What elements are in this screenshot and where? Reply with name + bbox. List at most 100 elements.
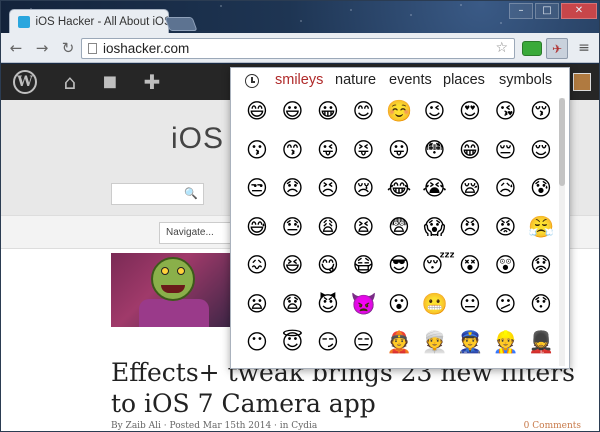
page-icon bbox=[88, 43, 97, 54]
emoji-cell[interactable]: 👲 bbox=[386, 329, 412, 355]
emoji-cell[interactable]: 😊 bbox=[351, 98, 377, 124]
forward-button[interactable]: → bbox=[31, 37, 53, 59]
emoji-cell[interactable]: 😤 bbox=[528, 214, 554, 240]
bookmark-star-icon[interactable]: ☆ bbox=[495, 40, 508, 56]
emoji-cell[interactable]: 😘 bbox=[493, 98, 519, 124]
emoji-cell[interactable]: 😒 bbox=[244, 175, 270, 201]
emoji-cell[interactable]: 😧 bbox=[280, 291, 306, 317]
emoji-cell[interactable]: 😚 bbox=[528, 98, 554, 124]
tab-ios-hacker[interactable]: iOS Hacker - All About iOS bbox=[9, 9, 169, 33]
emoji-cell[interactable]: 😜 bbox=[315, 137, 341, 163]
maximize-button[interactable]: □ bbox=[535, 3, 559, 19]
emoji-cell[interactable]: 😯 bbox=[528, 291, 554, 317]
home-icon[interactable]: ⌂ bbox=[57, 70, 83, 94]
emoji-cell[interactable]: 😆 bbox=[280, 252, 306, 278]
emoji-cell[interactable]: 😰 bbox=[528, 175, 554, 201]
emoji-cell[interactable]: 😇 bbox=[280, 329, 306, 355]
title-bar: iOS Hacker - All About iOS – □ ✕ bbox=[1, 1, 599, 33]
comment-icon[interactable]: ◼ bbox=[97, 70, 123, 94]
emoji-cell[interactable]: 😗 bbox=[244, 137, 270, 163]
ogre-eye-right bbox=[177, 267, 185, 275]
tab-smileys[interactable]: smileys bbox=[275, 72, 323, 88]
new-tab-button[interactable] bbox=[164, 17, 198, 31]
emoji-cell[interactable]: 😷 bbox=[351, 252, 377, 278]
emoji-cell[interactable]: 😠 bbox=[457, 214, 483, 240]
site-search-input[interactable]: 🔍 bbox=[111, 183, 204, 205]
emoji-cell[interactable]: 😭 bbox=[422, 175, 448, 201]
extension-green-icon[interactable] bbox=[522, 41, 542, 56]
emoji-cell[interactable]: 😝 bbox=[351, 137, 377, 163]
emoji-grid: 😄 😃 😀 😊 ☺️ 😉 😍 😘 😚 😗 😙 😜 😝 😛 😳 😁 😔 😌 😒 😞 😣 😢 😂 😭 😪 😥 😰 😅 😓 😩 😫 😨 😱 😠 😡 😤 😖 😆 😋… bbox=[231, 96, 559, 368]
emoji-cell[interactable]: 😨 bbox=[386, 214, 412, 240]
emoji-cell[interactable]: 😴 bbox=[422, 252, 456, 278]
emoji-cell[interactable]: 😅 bbox=[244, 214, 270, 240]
emoji-extension-button[interactable]: ✈ bbox=[546, 38, 568, 59]
tab-places[interactable]: places bbox=[443, 72, 485, 88]
emoji-cell[interactable]: 😀 bbox=[315, 98, 341, 124]
comments-link[interactable]: 0 Comments bbox=[524, 421, 581, 431]
emoji-cell[interactable]: 😎 bbox=[386, 252, 412, 278]
emoji-cell[interactable]: 😑 bbox=[351, 329, 377, 355]
back-button[interactable]: ← bbox=[5, 37, 27, 59]
emoji-cell[interactable]: 😂 bbox=[386, 175, 412, 201]
emoji-cell[interactable]: 😟 bbox=[528, 252, 554, 278]
emoji-cell[interactable]: 😌 bbox=[528, 137, 554, 163]
emoji-cell[interactable]: 😐 bbox=[457, 291, 483, 317]
emoji-cell[interactable]: 😏 bbox=[315, 329, 341, 355]
plus-icon[interactable]: ✚ bbox=[139, 70, 165, 94]
address-bar[interactable]: ioshacker.com ☆ bbox=[81, 38, 515, 59]
emoji-cell[interactable]: 😈 bbox=[315, 291, 341, 317]
emoji-cell[interactable]: 😛 bbox=[386, 137, 412, 163]
emoji-cell[interactable]: 😦 bbox=[244, 291, 270, 317]
emoji-cell[interactable]: 😁 bbox=[457, 137, 483, 163]
emoji-cell[interactable]: 😩 bbox=[315, 214, 341, 240]
emoji-cell[interactable]: 💂 bbox=[528, 329, 554, 355]
tab-nature[interactable]: nature bbox=[335, 72, 376, 88]
article-thumbnail[interactable] bbox=[111, 253, 235, 327]
emoji-cell[interactable]: 😫 bbox=[351, 214, 377, 240]
emoji-cell[interactable]: 😡 bbox=[493, 214, 519, 240]
emoji-cell[interactable]: 👳 bbox=[422, 329, 448, 355]
scrollbar-thumb[interactable] bbox=[559, 98, 565, 186]
emoji-cell[interactable]: 😲 bbox=[493, 252, 519, 278]
emoji-cell[interactable]: 👮 bbox=[457, 329, 483, 355]
emoji-cell[interactable]: 😍 bbox=[457, 98, 483, 124]
close-window-button[interactable]: ✕ bbox=[561, 3, 597, 19]
tab-events[interactable]: events bbox=[389, 72, 432, 88]
emoji-cell[interactable]: 😉 bbox=[422, 98, 448, 124]
wordpress-icon[interactable]: W bbox=[13, 70, 37, 94]
emoji-cell[interactable]: 😋 bbox=[315, 252, 341, 278]
emoji-cell[interactable]: 😓 bbox=[280, 214, 306, 240]
recent-clock-icon[interactable] bbox=[245, 74, 259, 88]
emoji-cell[interactable]: 😔 bbox=[493, 137, 519, 163]
emoji-cell[interactable]: ☺️ bbox=[386, 98, 412, 124]
emoji-cell[interactable]: 😪 bbox=[457, 175, 483, 201]
site-title[interactable]: iOS bbox=[171, 122, 224, 156]
reload-button[interactable]: ↻ bbox=[57, 37, 79, 59]
emoji-cell[interactable]: 😮 bbox=[386, 291, 412, 317]
emoji-cell[interactable]: 😣 bbox=[315, 175, 341, 201]
emoji-cell[interactable]: 👷 bbox=[493, 329, 519, 355]
emoji-cell[interactable]: 😖 bbox=[244, 252, 270, 278]
navigate-select[interactable]: Navigate... bbox=[159, 222, 231, 244]
emoji-cell[interactable]: 👿 bbox=[351, 291, 377, 317]
emoji-cell[interactable]: 😞 bbox=[280, 175, 306, 201]
emoji-cell[interactable]: 😃 bbox=[280, 98, 306, 124]
emoji-cell[interactable]: 😢 bbox=[351, 175, 377, 201]
search-icon[interactable]: 🔍 bbox=[184, 187, 198, 200]
emoji-cell[interactable]: 😱 bbox=[422, 214, 448, 240]
emoji-cell[interactable]: 😄 bbox=[244, 98, 270, 124]
emoji-cell[interactable]: 😕 bbox=[493, 291, 519, 317]
user-avatar[interactable] bbox=[573, 73, 591, 91]
emoji-cell[interactable]: 😥 bbox=[493, 175, 519, 201]
emoji-cell[interactable]: 😵 bbox=[457, 252, 483, 278]
emoji-scrollbar[interactable] bbox=[559, 98, 565, 366]
emoji-cell[interactable]: 😬 bbox=[422, 291, 448, 317]
emoji-cell[interactable]: 😳 bbox=[422, 137, 448, 163]
window-controls: – □ ✕ bbox=[509, 3, 597, 19]
emoji-cell[interactable]: 😙 bbox=[280, 137, 306, 163]
tab-symbols[interactable]: symbols bbox=[499, 72, 552, 88]
minimize-button[interactable]: – bbox=[509, 3, 533, 19]
emoji-cell[interactable]: 😶 bbox=[244, 329, 270, 355]
chrome-menu-button[interactable]: ≡ bbox=[577, 41, 591, 55]
